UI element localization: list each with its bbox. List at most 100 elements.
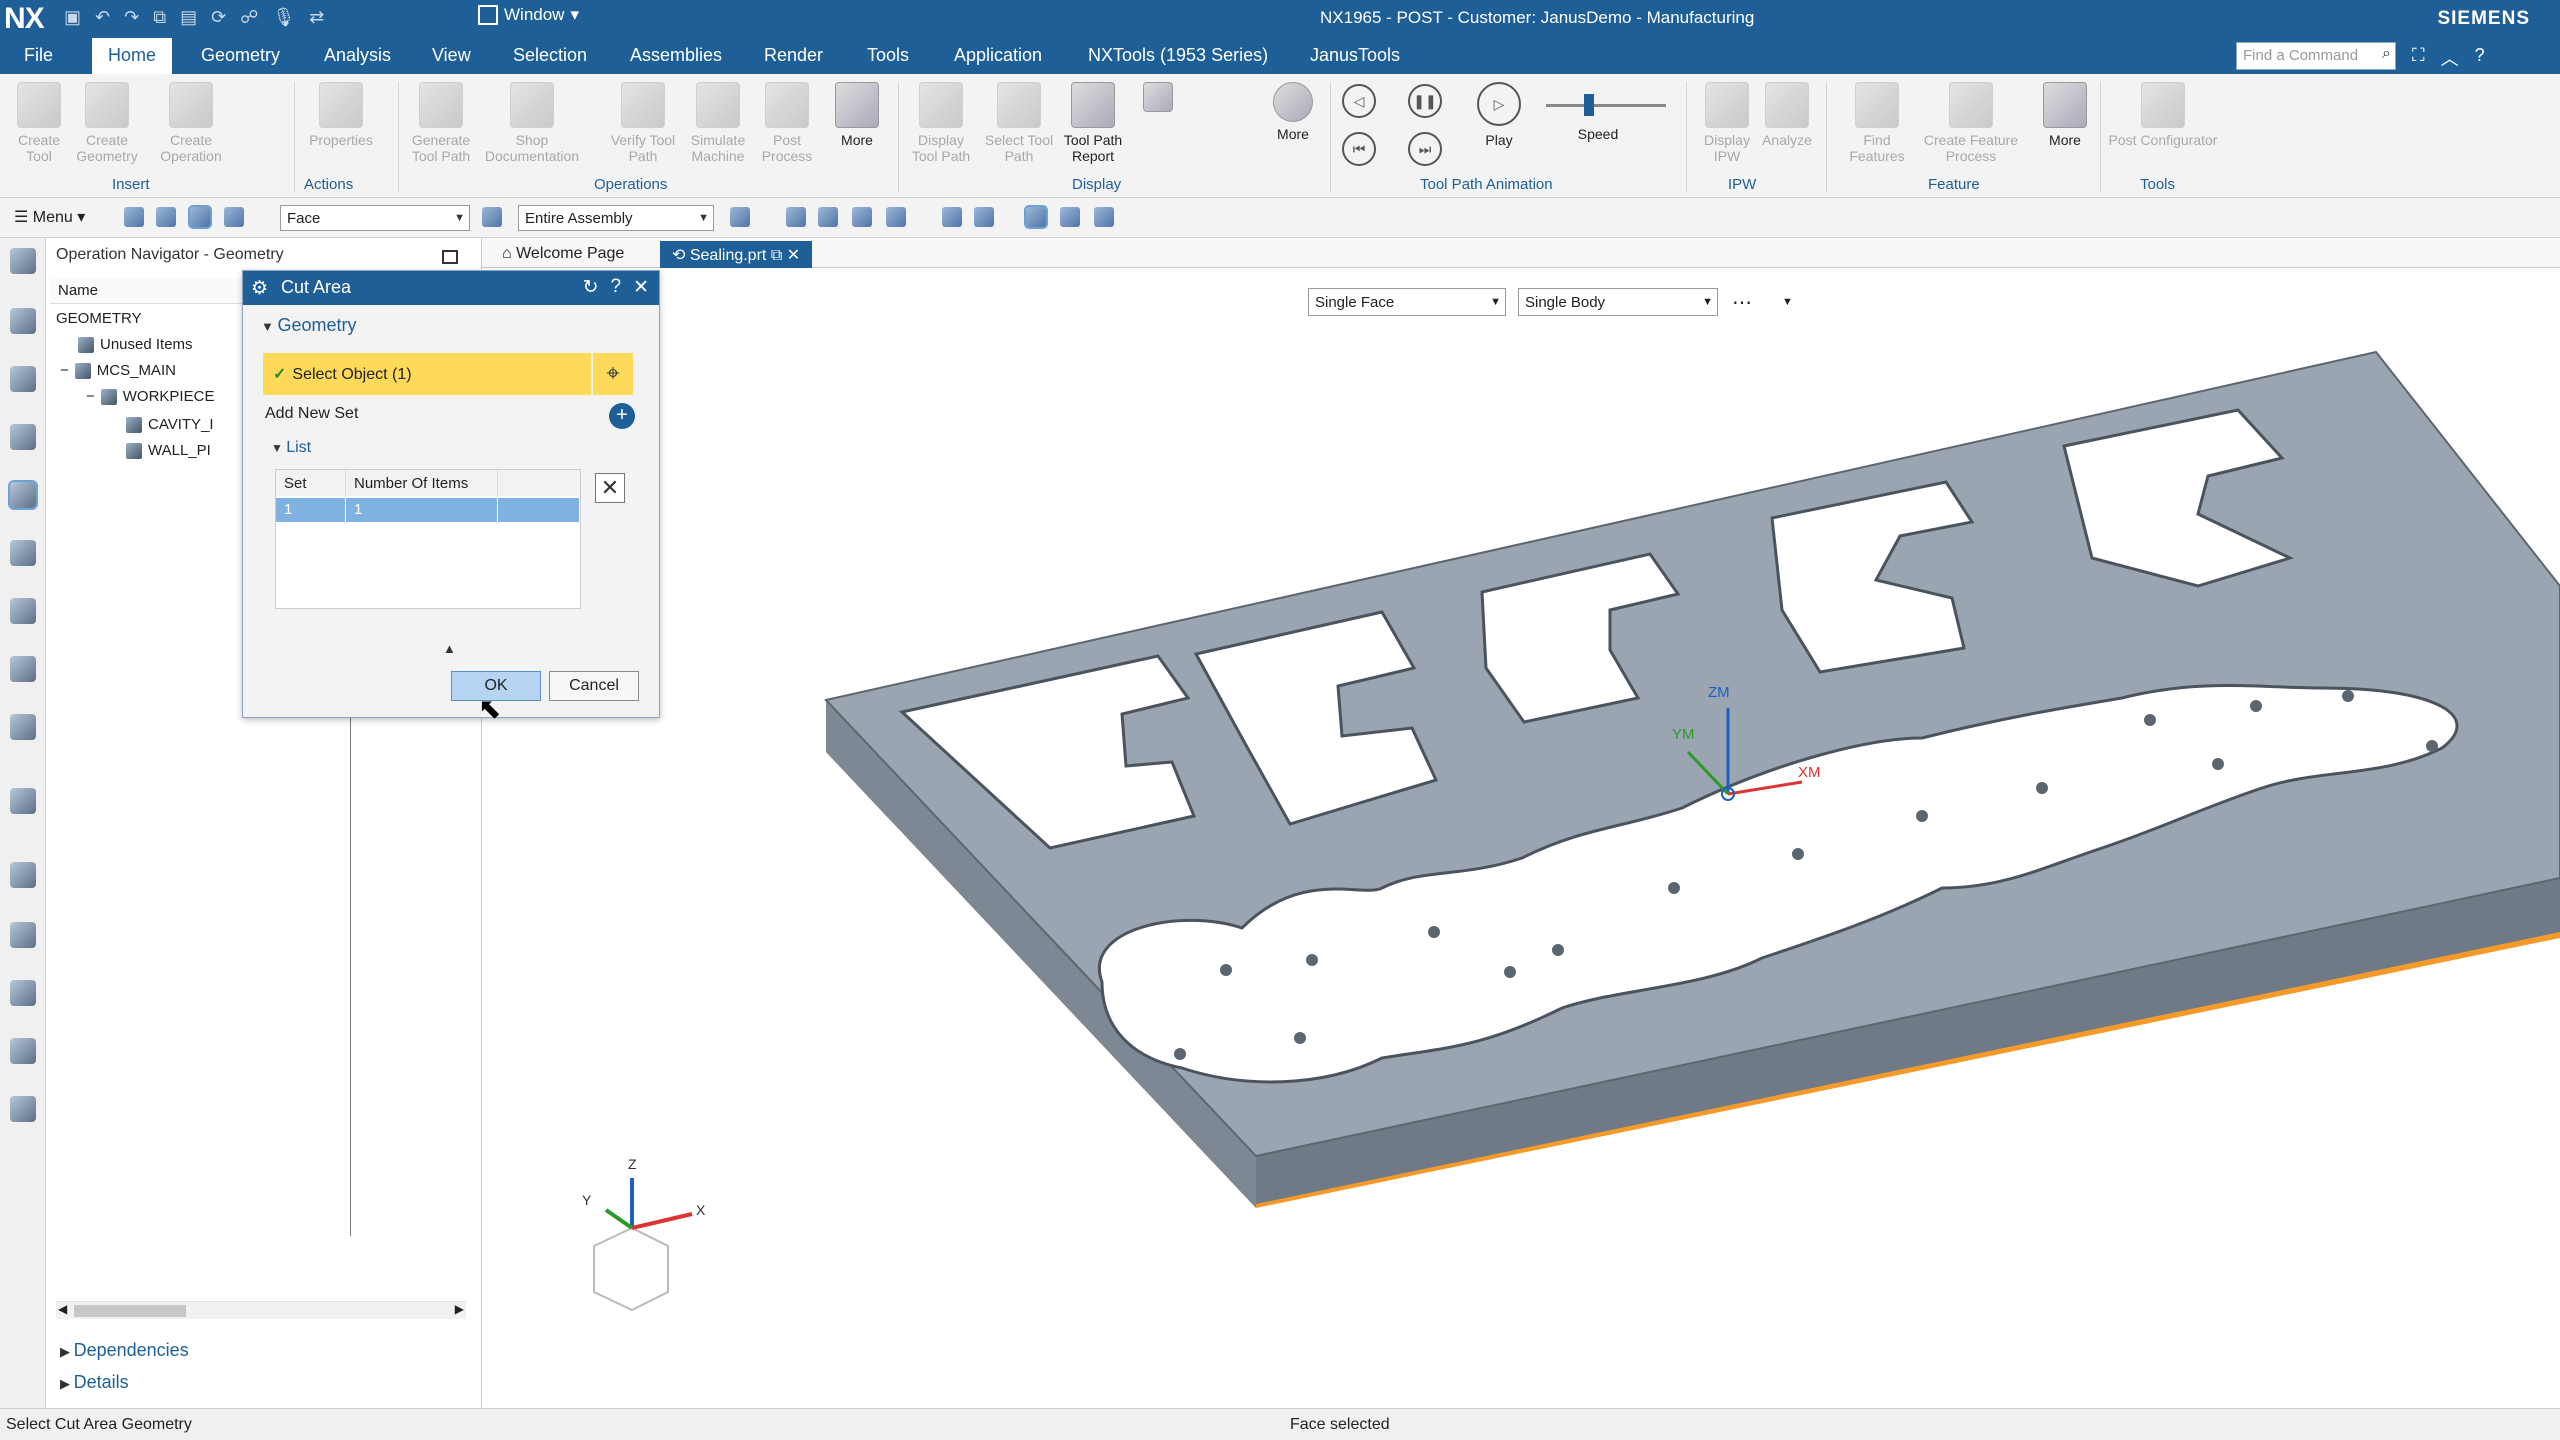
window-menu[interactable]: Window ▾: [478, 5, 579, 25]
column-set[interactable]: Set: [276, 470, 346, 496]
collapse-icon[interactable]: −: [86, 388, 95, 405]
geometry-view-icon[interactable]: [188, 205, 212, 229]
menu-button[interactable]: ☰ Menu ▾: [14, 207, 85, 227]
post-process-button[interactable]: Post Process: [752, 82, 822, 164]
dependencies-section[interactable]: ▶ Dependencies: [60, 1340, 189, 1361]
wireframe-view-icon[interactable]: [974, 207, 994, 227]
shaded-view-icon[interactable]: [942, 207, 962, 227]
column-number-of-items[interactable]: Number Of Items: [346, 470, 498, 496]
more-operations-button[interactable]: More: [822, 82, 892, 148]
horizontal-scrollbar[interactable]: ◀ ▶: [56, 1301, 466, 1319]
tab-selection[interactable]: Selection: [513, 45, 587, 66]
display-mode-button[interactable]: [1136, 82, 1180, 116]
properties-button[interactable]: Properties: [306, 82, 376, 148]
part-model[interactable]: [482, 268, 2560, 1408]
more-feature-button[interactable]: More: [2030, 82, 2100, 148]
tab-analysis[interactable]: Analysis: [324, 45, 391, 66]
cancel-button[interactable]: Cancel: [549, 671, 639, 701]
tab-tools[interactable]: Tools: [867, 45, 909, 66]
tab-file[interactable]: File: [24, 45, 53, 66]
select-point-icon[interactable]: [886, 207, 906, 227]
graphics-window[interactable]: Single Face ▼ Single Body ▼ ⋯ ▼ ZM YM XM…: [482, 268, 2560, 1408]
collapse-icon[interactable]: −: [60, 362, 69, 379]
history-icon[interactable]: [10, 862, 36, 888]
tab-geometry[interactable]: Geometry: [201, 45, 280, 66]
table-cell-items[interactable]: 1: [346, 498, 498, 522]
microphone-icon[interactable]: 🎙: [272, 7, 295, 28]
copy-icon[interactable]: ⧉: [153, 7, 166, 28]
detach-icon[interactable]: ⧉: [771, 247, 782, 264]
settings-icon[interactable]: [10, 248, 36, 274]
close-icon[interactable]: ✕: [787, 247, 800, 264]
tree-item-mcs-main[interactable]: − MCS_MAIN: [60, 362, 176, 379]
help-icon[interactable]: ?: [611, 276, 622, 299]
play-button[interactable]: ▷ Play: [1464, 82, 1534, 148]
show-hide-icon[interactable]: [1024, 205, 1048, 229]
measure-icon[interactable]: [1094, 207, 1114, 227]
command-search-input[interactable]: Find a Command ⌕: [2236, 42, 2396, 70]
snap-point-icon[interactable]: [730, 207, 750, 227]
list-section-header[interactable]: ▼ List: [271, 439, 311, 457]
tree-item-unused[interactable]: Unused Items: [78, 336, 193, 353]
shop-documentation-button[interactable]: Shop Documentation: [482, 82, 582, 164]
fullscreen-icon[interactable]: ⛶: [2412, 45, 2425, 71]
repeat-icon[interactable]: ⟳: [211, 7, 226, 28]
verify-tool-path-button[interactable]: Verify Tool Path: [608, 82, 678, 164]
process-studio-icon[interactable]: [10, 980, 36, 1006]
web-browser-icon[interactable]: [10, 788, 36, 814]
feature-navigator-icon[interactable]: [10, 598, 36, 624]
tree-item-wall[interactable]: WALL_PI: [126, 442, 211, 459]
create-operation-button[interactable]: Create Operation: [156, 82, 226, 164]
visibility-icon[interactable]: [1060, 207, 1080, 227]
touch-mode-icon[interactable]: ☍: [240, 7, 258, 28]
tab-sealing-prt[interactable]: ⟲ Sealing.prt ⧉ ✕: [660, 241, 813, 268]
delete-icon[interactable]: ✕: [595, 473, 625, 503]
switch-icon[interactable]: ⇄: [309, 7, 324, 28]
select-edge-icon[interactable]: [818, 207, 838, 227]
tab-assemblies[interactable]: Assemblies: [630, 45, 722, 66]
tab-application[interactable]: Application: [954, 45, 1042, 66]
tree-item-cavity[interactable]: CAVITY_I: [126, 416, 214, 433]
select-object-row[interactable]: ✓ Select Object (1): [263, 353, 591, 395]
undo-icon[interactable]: ↶: [95, 7, 110, 28]
machine-tool-view-icon[interactable]: [156, 207, 176, 227]
tree-item-geometry[interactable]: GEOMETRY: [56, 310, 142, 327]
geometry-section-header[interactable]: ▼ Geometry: [261, 315, 357, 336]
select-tool-path-button[interactable]: Select Tool Path: [984, 82, 1054, 164]
scope-filter-dropdown[interactable]: Entire Assembly ▼: [518, 205, 714, 231]
table-row-fill[interactable]: [498, 498, 580, 522]
tab-view[interactable]: View: [432, 45, 471, 66]
tool-path-report-button[interactable]: Tool Path Report: [1058, 82, 1128, 164]
crosshair-icon[interactable]: ⌖: [593, 353, 633, 395]
hd3d-tools-icon[interactable]: [10, 714, 36, 740]
tab-render[interactable]: Render: [764, 45, 823, 66]
generate-tool-path-button[interactable]: Generate Tool Path: [406, 82, 476, 164]
program-order-view-icon[interactable]: [124, 207, 144, 227]
tab-janustools[interactable]: JanusTools: [1310, 45, 1400, 66]
scroll-thumb[interactable]: [74, 1305, 186, 1317]
reset-icon[interactable]: ↻: [583, 276, 599, 299]
tab-welcome-page[interactable]: ⌂ Welcome Page: [490, 241, 636, 268]
scroll-right-icon[interactable]: ▶: [455, 1302, 464, 1316]
details-section[interactable]: ▶ Details: [60, 1372, 129, 1393]
next-icon[interactable]: ⏭: [1408, 132, 1442, 166]
step-back-icon[interactable]: ◁: [1342, 84, 1376, 118]
pause-icon[interactable]: ❚❚: [1408, 84, 1442, 118]
collapse-dialog-icon[interactable]: ▲: [443, 641, 456, 656]
speed-slider[interactable]: [1546, 104, 1666, 107]
expand-icon[interactable]: [10, 1096, 36, 1122]
display-tool-path-button[interactable]: Display Tool Path: [906, 82, 976, 164]
reuse-library-icon[interactable]: [10, 656, 36, 682]
speed-slider-thumb[interactable]: [1584, 94, 1594, 116]
machining-method-view-icon[interactable]: [224, 207, 244, 227]
system-materials-icon[interactable]: [10, 922, 36, 948]
dialog-title-bar[interactable]: ⚙ Cut Area ↻ ? ✕: [243, 271, 659, 305]
simulate-machine-button[interactable]: Simulate Machine: [683, 82, 753, 164]
previous-icon[interactable]: ⏮: [1342, 132, 1376, 166]
paste-icon[interactable]: ▤: [180, 7, 197, 28]
save-icon[interactable]: ▣: [64, 7, 81, 28]
add-set-icon[interactable]: +: [609, 403, 635, 429]
maximize-icon[interactable]: [442, 250, 458, 264]
scroll-left-icon[interactable]: ◀: [58, 1302, 67, 1316]
analyze-button[interactable]: Analyze: [1752, 82, 1822, 148]
